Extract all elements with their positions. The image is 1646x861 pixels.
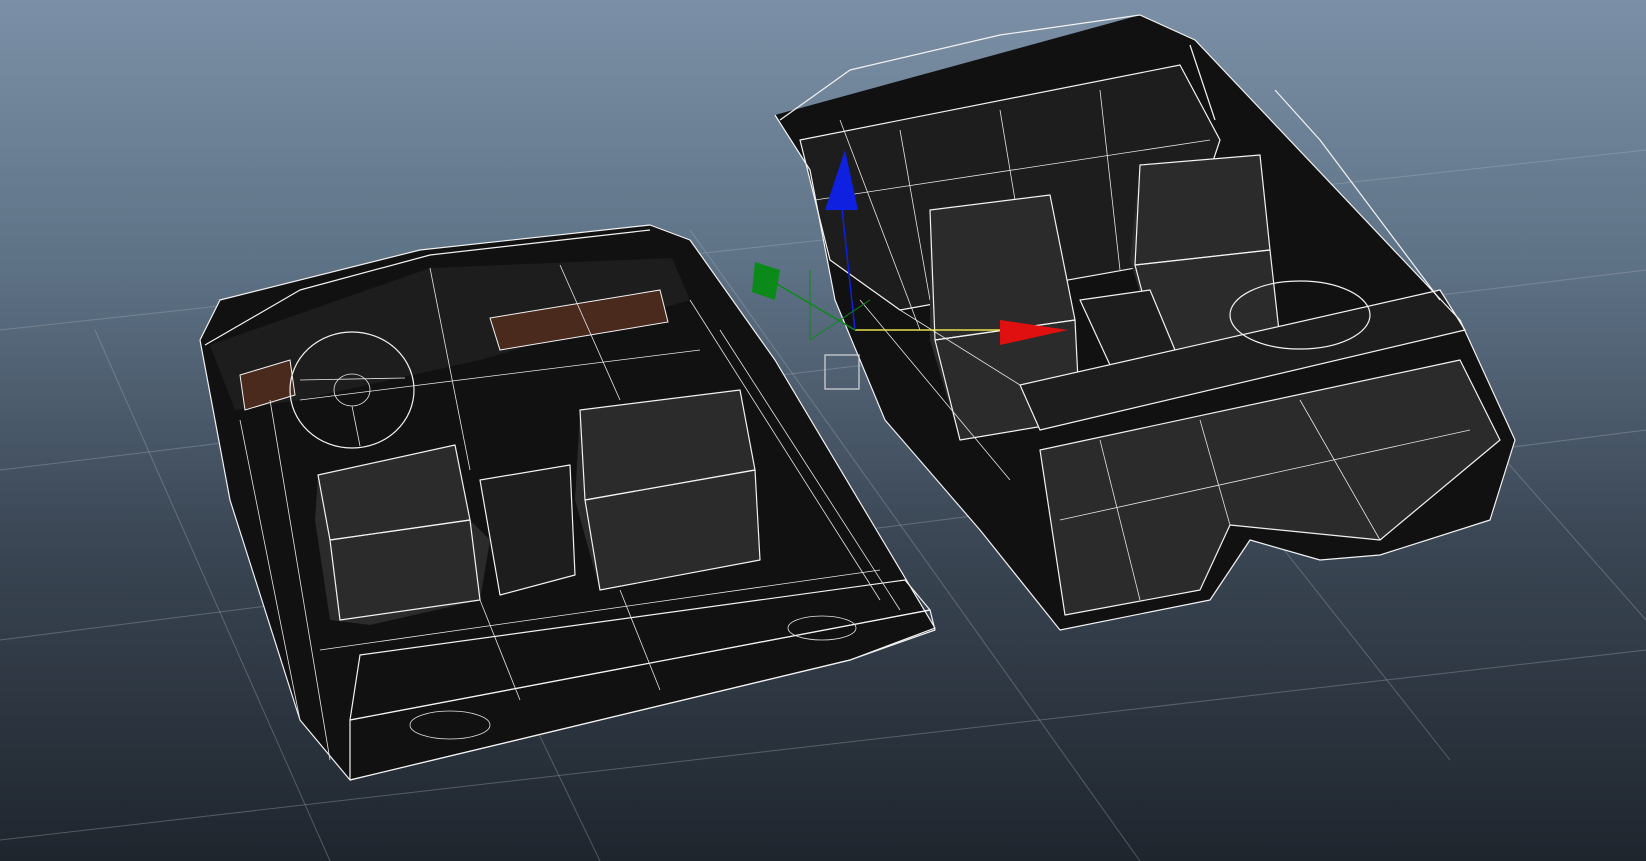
viewport-scene[interactable]: [0, 0, 1646, 861]
interior-front-mesh[interactable]: [199, 224, 936, 781]
interior-rear-mesh[interactable]: [774, 14, 1516, 631]
gizmo-y-handle[interactable]: [752, 262, 780, 300]
3d-viewport[interactable]: [0, 0, 1646, 861]
gizmo-center-handle[interactable]: [824, 354, 860, 390]
